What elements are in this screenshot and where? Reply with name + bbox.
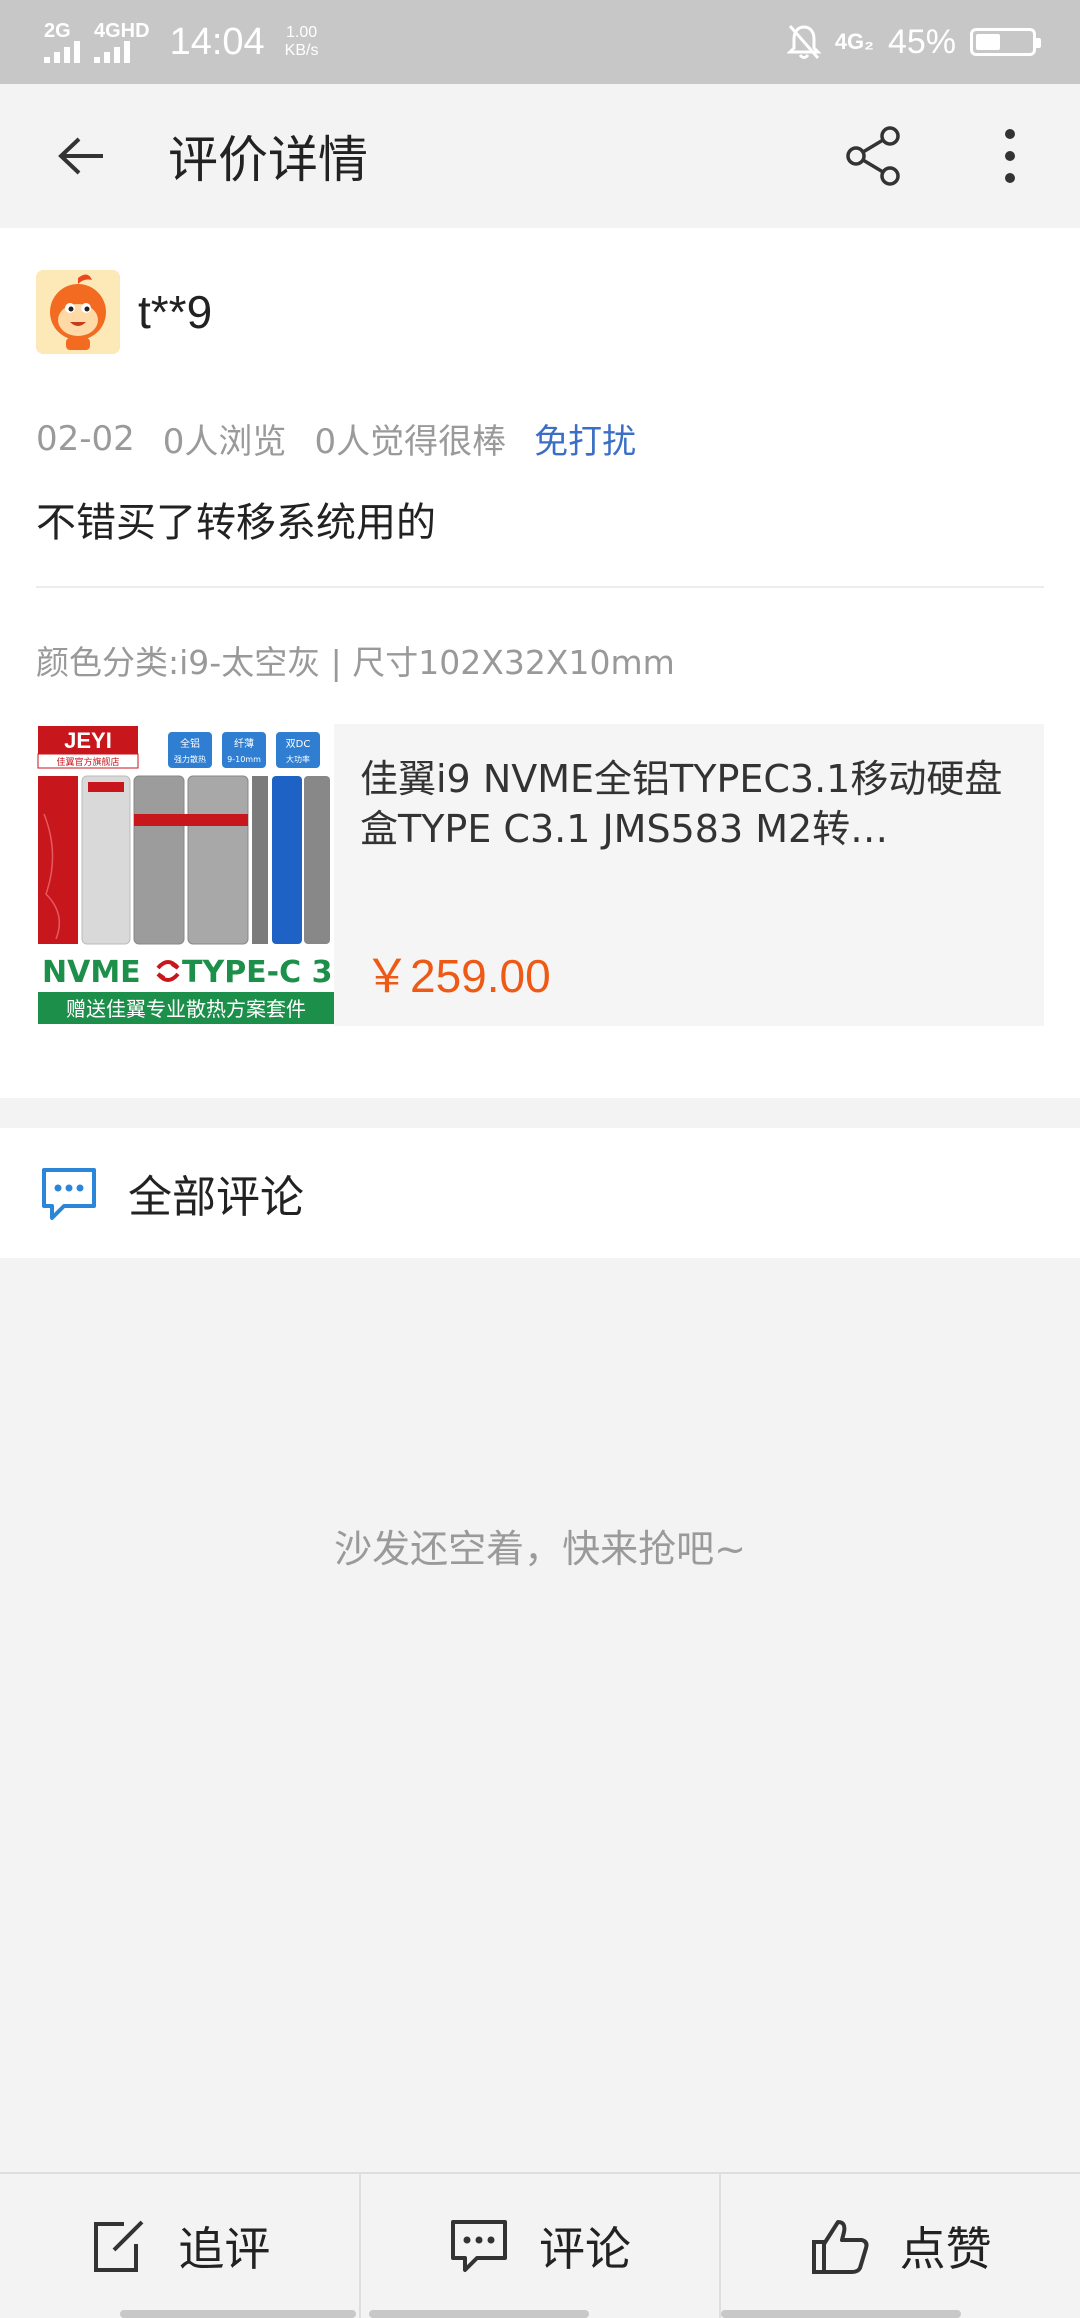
page-title: 评价详情 bbox=[168, 131, 368, 189]
like-button[interactable]: 点赞 bbox=[719, 2174, 1080, 2318]
signal-4g: 4GHD bbox=[94, 21, 150, 63]
network-speed-value: 1.00 bbox=[286, 24, 318, 41]
banner-left-text: NVME bbox=[42, 955, 141, 990]
like-count: 0人觉得很棒 bbox=[314, 422, 507, 462]
no-disturb-link[interactable]: 免打扰 bbox=[534, 414, 636, 463]
reviewer-row: t**9 bbox=[36, 270, 212, 354]
badge-1-text: 全铝 bbox=[180, 737, 200, 750]
nav-indicator bbox=[368, 2310, 589, 2318]
battery-icon bbox=[970, 28, 1041, 56]
nav-bar: 评价详情 bbox=[0, 84, 1080, 228]
banner-right-text: TYPE-C 3.1 bbox=[182, 955, 334, 990]
signal-2g: 2G bbox=[44, 21, 80, 63]
badge-2-text: 纤薄 bbox=[234, 737, 254, 750]
more-button[interactable] bbox=[968, 114, 1052, 198]
share-button[interactable] bbox=[832, 114, 916, 198]
followup-review-button[interactable]: 追评 bbox=[0, 2174, 359, 2318]
comment-bubble-icon bbox=[42, 1168, 96, 1220]
badge-3-sub-text: 大功率 bbox=[286, 754, 310, 764]
bottom-action-bar: 追评 评论 点赞 bbox=[0, 2172, 1080, 2318]
network-speed-unit: KB/s bbox=[284, 42, 319, 59]
like-label: 点赞 bbox=[899, 2222, 992, 2276]
badge-1-sub-text: 强力散热 bbox=[174, 754, 206, 764]
badge-3-text: 双DC bbox=[286, 738, 311, 750]
clock: 14:04 bbox=[169, 20, 265, 63]
mute-bell-icon bbox=[786, 25, 821, 59]
comment-button[interactable]: 评论 bbox=[358, 2174, 720, 2318]
comments-title: 全部评论 bbox=[128, 1172, 304, 1223]
nav-indicator bbox=[120, 2310, 356, 2318]
brand-text: JEYI bbox=[64, 728, 112, 753]
comment-icon bbox=[451, 2220, 507, 2272]
product-photo-icon: JEYI 佳翼官方旗舰店 全铝 强力散热 纤薄 9-10mm 双DC 大功率 N… bbox=[36, 724, 334, 1026]
thumbs-up-icon bbox=[811, 2220, 869, 2274]
back-button[interactable] bbox=[40, 114, 124, 198]
edit-icon bbox=[94, 2220, 144, 2272]
product-info: 佳翼i9 NVME全铝TYPEC3.1移动硬盘盒TYPE C3.1 JMS583… bbox=[334, 724, 1044, 1026]
avatar-mascot-icon bbox=[36, 270, 120, 354]
comment-label: 评论 bbox=[539, 2222, 631, 2276]
signal-bars-icon bbox=[94, 41, 130, 63]
footer-text: 赠送佳翼专业散热方案套件 bbox=[66, 997, 306, 1021]
more-vertical-icon bbox=[1005, 129, 1015, 183]
empty-comments-text: 沙发还空着，快来抢吧~ bbox=[334, 1527, 746, 1571]
product-title[interactable]: 佳翼i9 NVME全铝TYPEC3.1移动硬盘盒TYPE C3.1 JMS583… bbox=[360, 754, 1030, 854]
product-price: ￥259.00 bbox=[364, 950, 551, 1002]
nav-indicator bbox=[721, 2310, 962, 2318]
product-image[interactable]: JEYI 佳翼官方旗舰店 全铝 强力散热 纤薄 9-10mm 双DC 大功率 N… bbox=[36, 724, 334, 1026]
status-bar: 2G 4GHD 14:04 1.00 KB/s 4G₂ 45% bbox=[0, 0, 1080, 84]
network-speed: 1.00 KB/s bbox=[285, 24, 319, 60]
arrow-left-icon bbox=[58, 137, 103, 175]
review-date: 02-02 bbox=[36, 418, 135, 459]
network-type-label: 2G bbox=[44, 20, 71, 42]
comments-section-header: 全部评论 bbox=[0, 1128, 1080, 1258]
review-meta: 02-02 0人浏览 0人觉得很棒 免打扰 bbox=[36, 414, 664, 463]
network-4g-label: 4G₂ bbox=[834, 29, 874, 54]
avatar[interactable] bbox=[36, 270, 120, 354]
badge-2-sub-text: 9-10mm bbox=[227, 755, 261, 764]
share-icon bbox=[846, 126, 900, 186]
network-type-label: 4GHD bbox=[94, 20, 150, 42]
sku-info: 颜色分类:i9-太空灰 | 尺寸102X32X10mm bbox=[36, 643, 675, 682]
comments-empty-area bbox=[0, 1258, 1080, 2172]
view-count: 0人浏览 bbox=[162, 422, 287, 462]
divider bbox=[36, 586, 1044, 588]
review-card: t**9 02-02 0人浏览 0人觉得很棒 免打扰 不错买了转移系统用的 颜色… bbox=[0, 228, 1080, 1098]
reviewer-name: t**9 bbox=[138, 286, 213, 338]
battery-percent: 45% bbox=[887, 22, 956, 61]
product-card[interactable]: JEYI 佳翼官方旗舰店 全铝 强力散热 纤薄 9-10mm 双DC 大功率 N… bbox=[36, 724, 1044, 1026]
battery-fill bbox=[976, 34, 1001, 50]
followup-label: 追评 bbox=[178, 2222, 271, 2276]
review-text: 不错买了转移系统用的 bbox=[36, 500, 436, 546]
brand-sub-text: 佳翼官方旗舰店 bbox=[56, 756, 119, 768]
signal-bars-icon bbox=[44, 41, 80, 63]
